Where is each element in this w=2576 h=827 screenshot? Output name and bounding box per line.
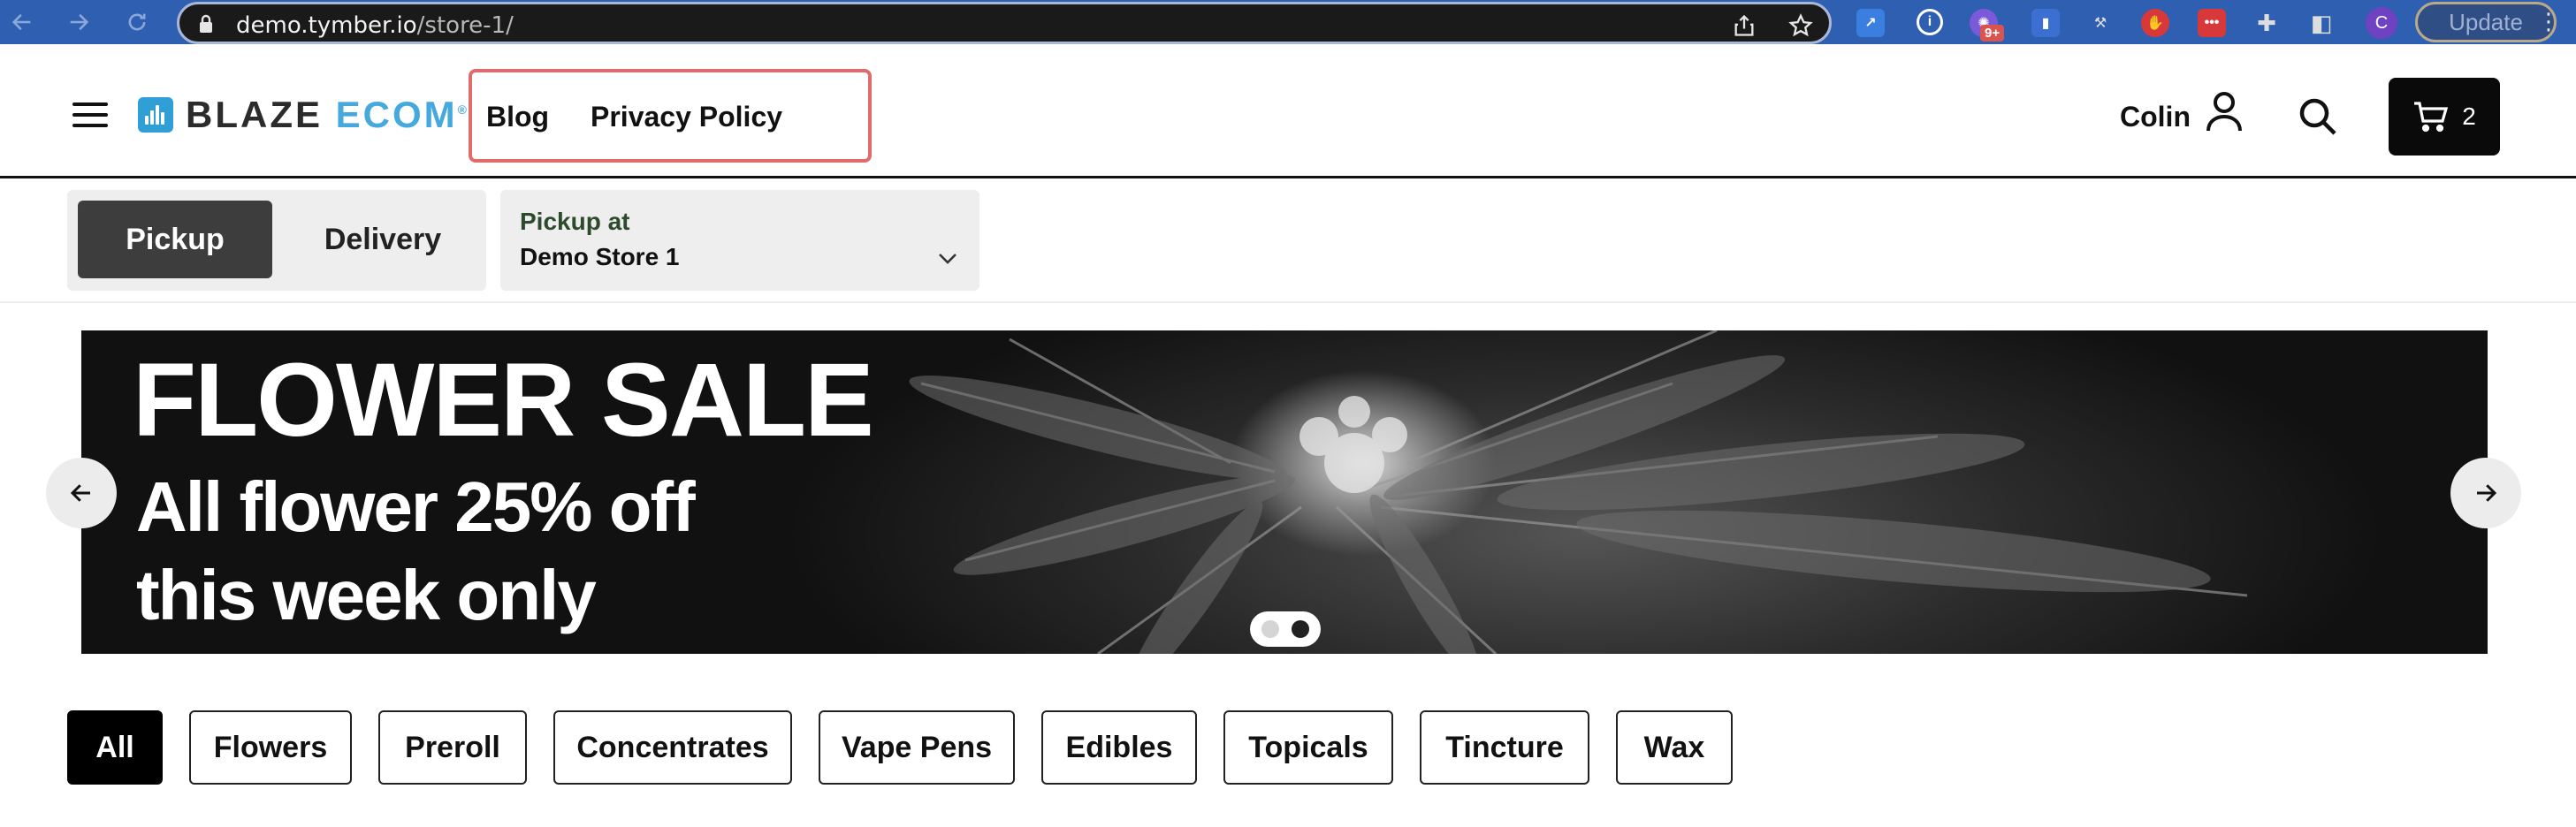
carousel-dot-2[interactable] (1292, 620, 1309, 638)
share-icon[interactable] (1732, 13, 1757, 38)
carousel-next-button[interactable] (2450, 458, 2521, 528)
nav-link-blog[interactable]: Blog (486, 101, 549, 133)
back-button[interactable] (5, 5, 39, 39)
arrow-left-icon (70, 484, 90, 502)
extension-dots-icon[interactable]: ••• (2198, 9, 2226, 37)
logo-chart-icon (138, 97, 173, 133)
carousel-dots (1250, 611, 1321, 647)
logo-text: BLAZE ECOM® (186, 94, 469, 135)
category-wax[interactable]: Wax (1616, 710, 1733, 785)
extensions-puzzle-icon[interactable]: ✚ (2252, 9, 2281, 37)
delivery-button[interactable]: Delivery (290, 201, 476, 278)
search-icon[interactable] (2298, 97, 2337, 136)
browser-toolbar: demo.tymber.io/store-1/ ↗ i ✺ 9+ ▮ ⚒ ✋ •… (0, 0, 2576, 44)
extension-stop-icon[interactable]: ✋ (2141, 9, 2169, 37)
lock-icon (200, 14, 212, 33)
extension-tools-icon[interactable]: ⚒ (2086, 9, 2115, 37)
site-logo[interactable]: BLAZE ECOM® (138, 94, 469, 136)
category-vape-pens[interactable]: Vape Pens (819, 710, 1015, 785)
banner-subtitle-line-2: this week only (136, 556, 597, 634)
forward-button[interactable] (62, 5, 95, 39)
pickup-button[interactable]: Pickup (78, 201, 272, 278)
category-topicals[interactable]: Topicals (1223, 710, 1393, 785)
sidebar-toggle-icon[interactable]: ◧ (2307, 9, 2336, 37)
url-text: demo.tymber.io/store-1/ (236, 12, 514, 39)
arrow-left-icon (11, 13, 31, 31)
category-edibles[interactable]: Edibles (1041, 710, 1197, 785)
order-type-bar: Pickup Delivery Pickup at Demo Store 1 (0, 181, 2576, 303)
category-tincture[interactable]: Tincture (1420, 710, 1589, 785)
hamburger-icon[interactable] (72, 102, 108, 127)
browser-menu-icon[interactable]: ⋮ (2537, 9, 2560, 34)
category-concentrates[interactable]: Concentrates (553, 710, 792, 785)
arrow-right-icon (2477, 484, 2497, 502)
arrow-right-icon (70, 13, 89, 31)
profile-avatar[interactable]: C (2366, 7, 2397, 39)
reload-button[interactable] (120, 5, 154, 39)
cart-icon (2414, 102, 2449, 133)
address-bar[interactable]: demo.tymber.io/store-1/ (177, 2, 1832, 44)
carousel-dot-1[interactable] (1261, 620, 1279, 638)
extension-badge: 9+ (1980, 25, 2005, 42)
store-selector-label: Pickup at (520, 208, 630, 235)
carousel-prev-button[interactable] (46, 458, 117, 528)
store-selector[interactable]: Pickup at Demo Store 1 (500, 190, 979, 291)
banner-subtitle-line-1: All flower 25% off (136, 467, 696, 546)
reload-icon (128, 13, 146, 31)
cart-button[interactable]: 2 (2389, 78, 2500, 156)
site-header: BLAZE ECOM® Blog Privacy Policy Colin 2 (0, 44, 2576, 178)
hero-banner[interactable]: FLOWER SALE All flower 25% off this week… (81, 330, 2488, 654)
cart-count: 2 (2462, 102, 2476, 130)
nav-link-privacy-policy[interactable]: Privacy Policy (591, 101, 782, 133)
bookmark-star-icon[interactable] (1788, 13, 1813, 38)
extension-link-icon[interactable]: ↗ (1856, 9, 1885, 37)
user-name[interactable]: Colin (2120, 101, 2191, 133)
store-selector-value: Demo Store 1 (520, 243, 680, 270)
pickup-delivery-toggle: Pickup Delivery (67, 190, 486, 291)
chevron-down-icon (939, 254, 956, 264)
category-preroll[interactable]: Preroll (378, 710, 527, 785)
category-flowers[interactable]: Flowers (189, 710, 352, 785)
category-all[interactable]: All (67, 710, 163, 785)
update-button[interactable]: Update (2415, 2, 2557, 42)
extension-password-icon[interactable]: i (1917, 9, 1943, 35)
banner-subtitle: All flower 25% off this week only (136, 463, 696, 640)
user-icon[interactable] (2205, 90, 2244, 133)
extension-reader-icon[interactable]: ▮ (2031, 9, 2060, 37)
banner-title: FLOWER SALE (133, 342, 874, 459)
